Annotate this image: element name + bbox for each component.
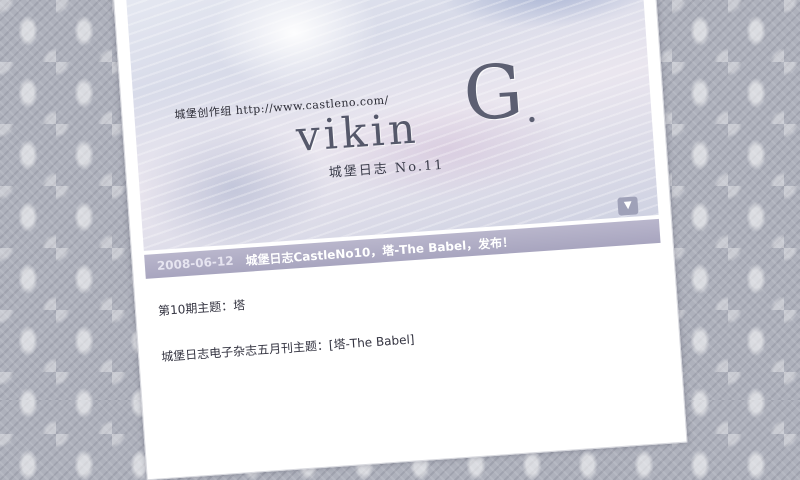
content-column: 城堡创作组 http://www.castleno.com/ vikin G .… [110, 0, 688, 480]
chevron-double-down-icon: ▼ [623, 199, 633, 212]
header-banner-image: 城堡创作组 http://www.castleno.com/ vikin G .… [123, 0, 659, 251]
collapse-button[interactable]: ▼ [617, 196, 639, 216]
post-body-line: 城堡日志电子杂志五月刊主题：[塔-The Babel] [160, 332, 415, 364]
banner-logo-letter: G [460, 48, 526, 139]
banner-logo-text: vikin [294, 103, 421, 161]
post-body-line: 第10期主题：塔 [157, 298, 246, 319]
post-date: 2008-06-12 [156, 253, 235, 274]
